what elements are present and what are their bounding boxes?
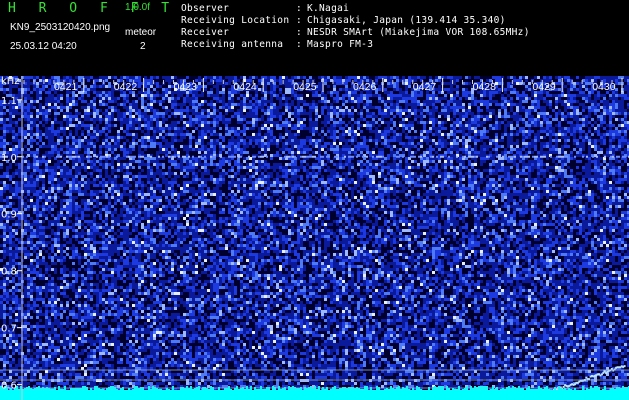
receiver-value: NESDR SMArt (Miakejima VOR 108.65MHz) bbox=[307, 27, 530, 38]
info-separator: : bbox=[296, 3, 303, 14]
app-version: 1.0.0f bbox=[125, 2, 151, 13]
spectrogram: kHz 1.1 1.0 0.9 0.8 0.7 0.6 0421 0422 0423 0424 042… bbox=[0, 76, 629, 400]
y-axis-label: kHz bbox=[1, 76, 20, 87]
y-tick-label: 0.6 bbox=[1, 381, 17, 392]
y-tick-label: 1.0 bbox=[1, 153, 17, 164]
location-label: Receiving Location bbox=[181, 15, 290, 26]
observer-value: K.Nagai bbox=[307, 3, 350, 14]
header-panel: H R O F F T 1.0.0f KN9_2503120420.png 25… bbox=[0, 0, 629, 76]
info-separator: : bbox=[296, 39, 303, 50]
meteor-count: 2 bbox=[140, 41, 146, 52]
y-tick-label: 0.7 bbox=[1, 324, 17, 335]
meteor-label: meteor bbox=[125, 27, 157, 38]
spectrogram-canvas: kHz1.11.00.90.80.70.60421 0422 0423 0424 042… bbox=[0, 76, 629, 400]
receiver-label: Receiver bbox=[181, 27, 230, 38]
image-datetime: 25.03.12 04:20 bbox=[10, 41, 77, 52]
image-filename: KN9_2503120420.png bbox=[10, 22, 111, 33]
app-brand: H R O F F T bbox=[8, 1, 177, 16]
antenna-value: Maspro FM-3 bbox=[307, 39, 374, 50]
location-value: Chigasaki, Japan (139.414 35.340) bbox=[307, 15, 506, 26]
info-separator: : bbox=[296, 15, 303, 26]
y-tick-label: 0.9 bbox=[1, 210, 17, 221]
y-tick-label: 1.1 bbox=[1, 96, 17, 107]
info-separator: : bbox=[296, 27, 303, 38]
y-tick-label: 0.8 bbox=[1, 267, 17, 278]
observer-label: Observer bbox=[181, 3, 230, 14]
antenna-label: Receiving antenna bbox=[181, 39, 284, 50]
